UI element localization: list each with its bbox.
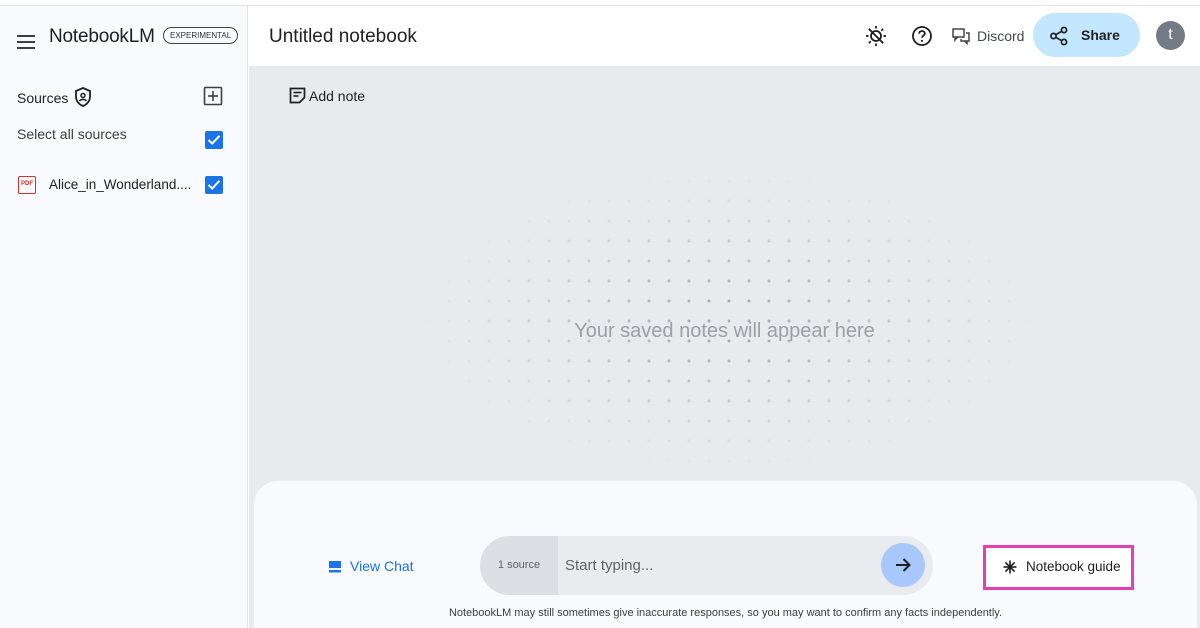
sources-heading: Sources: [17, 90, 69, 106]
add-source-icon[interactable]: [203, 86, 223, 106]
notebook-title[interactable]: Untitled notebook: [269, 26, 417, 48]
select-all-label: Select all sources: [17, 126, 127, 142]
experimental-badge: EXPERIMENTAL: [163, 27, 239, 44]
menu-icon[interactable]: [17, 34, 37, 50]
chat-panel: View Chat 1 source Notebook guide Notebo…: [254, 481, 1197, 628]
avatar[interactable]: t: [1156, 21, 1185, 50]
select-all-checkbox[interactable]: [205, 131, 223, 149]
shield-icon[interactable]: [74, 87, 92, 107]
notebook-guide-label: Notebook guide: [1026, 559, 1121, 574]
send-button[interactable]: [881, 543, 925, 587]
help-icon[interactable]: [911, 25, 933, 47]
sources-sidebar: NotebookLM EXPERIMENTAL Sources Select a…: [0, 6, 248, 628]
discord-icon[interactable]: [952, 27, 970, 45]
source-count-chip[interactable]: 1 source: [480, 536, 558, 595]
note-icon: [289, 87, 306, 104]
pdf-icon: PDF: [18, 176, 36, 194]
share-icon: [1050, 26, 1068, 46]
notebook-header: Untitled notebook Discord Share t: [249, 6, 1200, 66]
empty-notes-message: Your saved notes will appear here: [574, 320, 875, 342]
chat-icon: [329, 561, 341, 573]
notebook-guide-button[interactable]: Notebook guide: [983, 545, 1134, 590]
view-chat-label: View Chat: [350, 558, 414, 574]
chat-input[interactable]: [565, 553, 875, 577]
checkbox-icon: [207, 135, 221, 145]
chat-input-bar: 1 source: [480, 536, 933, 595]
checkbox-icon: [207, 180, 221, 190]
discord-link[interactable]: Discord: [977, 28, 1024, 44]
share-button[interactable]: Share: [1033, 13, 1140, 57]
source-item-name[interactable]: Alice_in_Wonderland....: [49, 177, 191, 192]
arrow-right-icon: [896, 558, 911, 572]
sparkle-icon: [1003, 560, 1017, 574]
share-label: Share: [1081, 27, 1120, 43]
app-brand: NotebookLM: [49, 26, 155, 47]
source-item-checkbox[interactable]: [205, 176, 223, 194]
theme-icon[interactable]: [865, 25, 887, 47]
disclaimer-text: NotebookLM may still sometimes give inac…: [448, 607, 1003, 619]
add-note-label: Add note: [309, 88, 366, 104]
